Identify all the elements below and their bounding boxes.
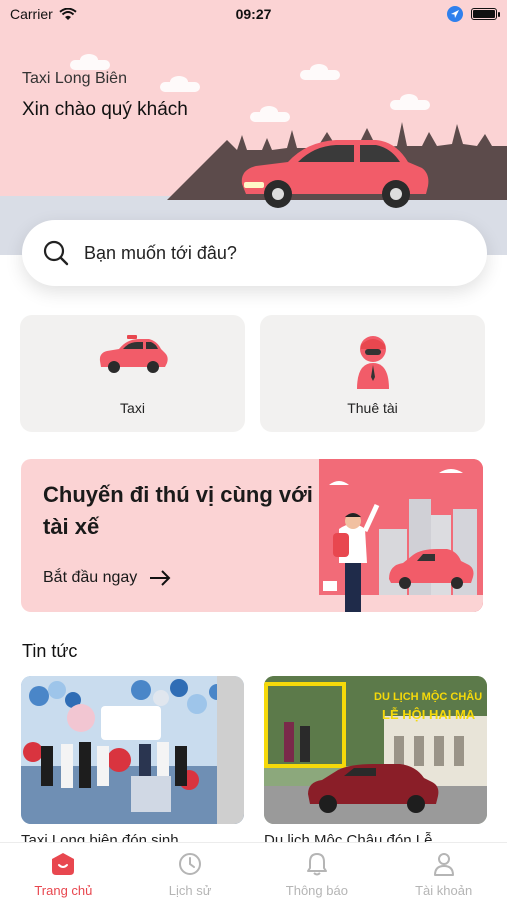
promo-title: Chuyến đi thú vị cùng với tài xế (43, 482, 313, 539)
bell-icon (306, 853, 327, 876)
news-card[interactable] (21, 676, 244, 824)
bottom-tab-bar: Trang chủ Lịch sử Thông báo Tài khoản (0, 842, 507, 900)
tab-label: Lịch sử (168, 883, 212, 898)
cloud-decoration (160, 76, 200, 92)
battery-icon (471, 8, 500, 20)
driver-icon (356, 336, 389, 389)
home-icon (52, 853, 75, 875)
header-banner: Taxi Long Biên Xin chào quý khách (0, 0, 507, 255)
carrier-label: Carrier (10, 6, 53, 22)
cloud-decoration (300, 64, 340, 80)
brand-name: Taxi Long Biên (22, 70, 127, 87)
hire-driver-service-card[interactable]: Thuê tài (260, 315, 485, 432)
news-card[interactable]: DU LỊCH MỘC CHÂU LỄ HỘI HAI MA (264, 676, 487, 824)
tab-label: Trang chủ (34, 883, 93, 898)
greeting-text: Xin chào quý khách (22, 99, 188, 120)
user-icon (433, 853, 454, 876)
news-overlay-title: DU LỊCH MỘC CHÂU LỄ HỘI HAI MA (374, 691, 483, 722)
tab-home[interactable]: Trang chủ (0, 843, 127, 900)
car-illustration (241, 140, 429, 208)
service-label: Taxi (120, 400, 145, 416)
wifi-icon (59, 7, 77, 20)
location-arrow-icon (447, 6, 463, 22)
service-label: Thuê tài (347, 400, 398, 416)
cloud-decoration (390, 94, 430, 110)
tab-label: Tài khoản (415, 883, 473, 898)
tab-history[interactable]: Lịch sử (127, 843, 254, 900)
news-heading: Tin tức (22, 641, 78, 661)
promo-illustration (319, 459, 483, 612)
tab-account[interactable]: Tài khoản (380, 843, 507, 900)
tab-notifications[interactable]: Thông báo (254, 843, 381, 900)
arrow-right-icon (150, 570, 171, 586)
tab-label: Thông báo (285, 883, 348, 898)
taxi-service-card[interactable]: Taxi (20, 315, 245, 432)
start-now-button[interactable]: Bắt đầu ngay (43, 569, 171, 587)
cloud-decoration (70, 54, 110, 70)
status-bar: Carrier 09:27 (0, 0, 507, 28)
search-icon (42, 239, 70, 267)
search-bar[interactable]: Bạn muốn tới đâu? (22, 220, 487, 286)
car-icon (99, 335, 168, 373)
clock-icon (179, 853, 202, 875)
cta-label: Bắt đầu ngay (43, 569, 138, 586)
search-placeholder: Bạn muốn tới đâu? (84, 242, 237, 263)
news-thumbnail-birthday (21, 676, 244, 824)
promo-banner[interactable]: Chuyến đi thú vị cùng với tài xế Bắt đầu… (21, 459, 483, 612)
